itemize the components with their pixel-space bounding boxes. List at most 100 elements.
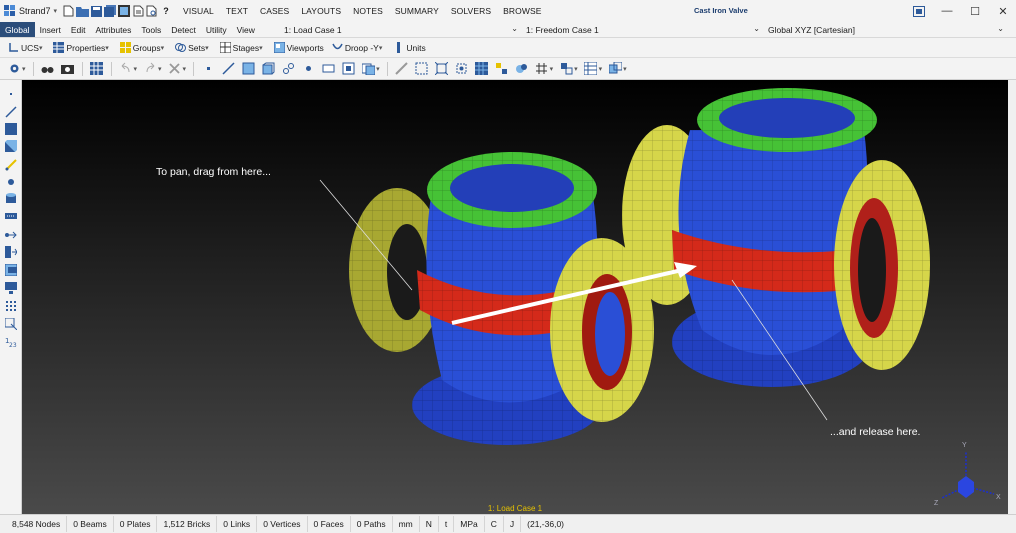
save-icon[interactable] <box>89 4 103 18</box>
fit-icon[interactable] <box>434 61 450 77</box>
droop-button[interactable]: Droop -Y ▾ <box>328 39 390 57</box>
dot-icon[interactable] <box>3 174 19 189</box>
menu-tab-notes[interactable]: NOTES <box>347 3 389 19</box>
units-button[interactable]: Units <box>389 39 429 57</box>
tab-view[interactable]: View <box>232 22 260 37</box>
freedom-case-select[interactable]: 1: Freedom Case 1 ⌄ <box>522 23 762 37</box>
help-icon[interactable]: ? <box>159 4 173 18</box>
redo-icon[interactable] <box>142 61 158 77</box>
tab-attributes[interactable]: Attributes <box>91 22 137 37</box>
tab-edit[interactable]: Edit <box>66 22 91 37</box>
line-icon[interactable] <box>3 104 19 119</box>
menu-tab-visual[interactable]: VISUAL <box>177 3 220 19</box>
zoom-region-icon[interactable] <box>454 61 470 77</box>
status-temperature-unit[interactable]: C <box>485 516 504 532</box>
beam-icon[interactable] <box>220 61 236 77</box>
status-links: 0 Links <box>217 516 258 532</box>
sets-button[interactable]: Sets ▾ <box>171 39 216 57</box>
menu-tab-browse[interactable]: BROWSE <box>497 3 547 19</box>
viewports-label: Viewports <box>286 42 324 53</box>
model-icon[interactable] <box>117 4 131 18</box>
menu-tab-solvers[interactable]: SOLVERS <box>445 3 497 19</box>
load-case-select[interactable]: 1: Load Case 1 ⌄ <box>280 23 520 37</box>
new-file-icon[interactable] <box>61 4 75 18</box>
stages-button[interactable]: Stages ▾ <box>216 39 270 57</box>
menu-tab-text[interactable]: TEXT <box>220 3 254 19</box>
face-icon[interactable] <box>320 61 336 77</box>
connect-icon[interactable] <box>3 157 19 172</box>
status-stress-unit[interactable]: MPa <box>454 516 485 532</box>
monitor-icon[interactable] <box>3 280 19 295</box>
extrude-icon[interactable] <box>607 61 623 77</box>
vertex-icon[interactable] <box>300 61 316 77</box>
brick-icon[interactable] <box>260 61 276 77</box>
coord-system-value: Global XYZ [Cartesian] <box>768 25 855 35</box>
groups-button[interactable]: Groups ▾ <box>116 39 171 57</box>
select-grid-icon[interactable] <box>89 61 105 77</box>
panel-icon[interactable] <box>3 208 19 223</box>
minimize-icon[interactable]: — <box>938 2 956 20</box>
node-icon[interactable] <box>200 61 216 77</box>
dotgrid-icon[interactable] <box>3 298 19 313</box>
align-icon[interactable] <box>558 61 574 77</box>
status-beams: 0 Beams <box>67 516 114 532</box>
hash-icon[interactable] <box>534 61 550 77</box>
geometry-icon[interactable] <box>360 61 376 77</box>
split-icon[interactable] <box>3 244 19 259</box>
restore-layout-icon[interactable] <box>910 2 928 20</box>
chevron-down-icon: ▾ <box>53 8 58 15</box>
arrow-right-icon[interactable] <box>3 227 19 242</box>
mesh-icon[interactable] <box>474 61 490 77</box>
ucs-button[interactable]: UCS ▾ <box>4 39 49 57</box>
groups-icon <box>119 42 131 53</box>
bubbles-icon[interactable] <box>514 61 530 77</box>
valve-model-render <box>319 88 995 499</box>
cylinder-icon[interactable] <box>3 191 19 206</box>
copy-grid-icon[interactable] <box>583 61 599 77</box>
delete-icon[interactable] <box>167 61 183 77</box>
camera-icon[interactable] <box>60 61 76 77</box>
tab-tools[interactable]: Tools <box>136 22 166 37</box>
status-nodes: 8,548 Nodes <box>6 516 68 532</box>
viewport-scrollbar[interactable] <box>1008 80 1016 514</box>
settings-gear-icon[interactable] <box>6 61 22 77</box>
tab-utility[interactable]: Utility <box>201 22 232 37</box>
menu-tab-cases[interactable]: CASES <box>254 3 295 19</box>
chevron-down-icon: ⌄ <box>511 24 518 33</box>
link-icon[interactable] <box>280 61 296 77</box>
square-icon[interactable] <box>3 121 19 136</box>
axis-triad-icon <box>941 452 995 499</box>
layer-icon[interactable] <box>3 262 19 277</box>
tab-insert[interactable]: Insert <box>35 22 66 37</box>
pointer-icon[interactable] <box>3 86 19 101</box>
status-force-unit[interactable]: N <box>420 516 439 532</box>
tab-detect[interactable]: Detect <box>166 22 201 37</box>
move-icon[interactable] <box>3 316 19 331</box>
menu-tab-layouts[interactable]: LAYOUTS <box>295 3 347 19</box>
properties-button[interactable]: Properties ▾ <box>49 39 115 57</box>
zoom-doc-icon[interactable] <box>145 4 159 18</box>
measure-icon[interactable] <box>394 61 410 77</box>
binoculars-icon[interactable] <box>40 61 56 77</box>
box-select-icon[interactable] <box>414 61 430 77</box>
clean-icon[interactable] <box>494 61 510 77</box>
path-icon[interactable] <box>340 61 356 77</box>
undo-icon[interactable] <box>118 61 134 77</box>
close-icon[interactable]: ✕ <box>994 2 1012 20</box>
status-energy-unit[interactable]: J <box>504 516 522 532</box>
menu-tab-summary[interactable]: SUMMARY <box>389 3 445 19</box>
save-all-icon[interactable] <box>103 4 117 18</box>
cube-icon[interactable] <box>3 138 19 153</box>
report-icon[interactable] <box>131 4 145 18</box>
coord-system-select[interactable]: Global XYZ [Cartesian] ⌄ <box>764 23 1006 37</box>
numbering-icon[interactable]: 1 23 <box>3 334 19 349</box>
status-mass-unit[interactable]: t <box>439 516 455 532</box>
viewports-button[interactable]: Viewports <box>270 39 328 57</box>
model-viewport[interactable]: To pan, drag from here... ...and release… <box>22 80 1008 514</box>
open-folder-icon[interactable] <box>75 4 89 18</box>
tab-global[interactable]: Global <box>0 22 35 37</box>
app-menu-button[interactable]: Strand7 ▾ <box>0 5 61 17</box>
plate-icon[interactable] <box>240 61 256 77</box>
maximize-icon[interactable]: ☐ <box>966 2 984 20</box>
status-length-unit[interactable]: mm <box>393 516 420 532</box>
